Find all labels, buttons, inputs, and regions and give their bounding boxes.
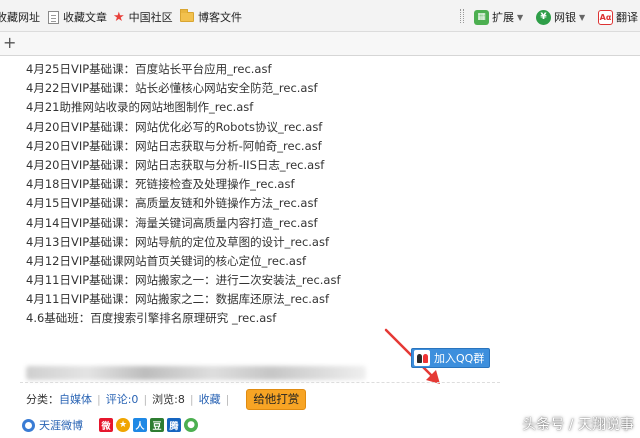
bookmark-blog-files[interactable]: 博客文件 — [180, 8, 242, 26]
douban-icon[interactable]: 豆 — [150, 418, 164, 432]
list-item: 4月14日VIP基础课：海量关键词高质量内容打造_rec.asf — [26, 215, 318, 230]
bookmark-label: 博客文件 — [198, 11, 242, 24]
article-content: 4月25日VIP基础课：百度站长平台应用_rec.asf 4月22日VIP基础课… — [0, 56, 640, 438]
list-item: 4月20日VIP基础课：网站优化必写的Robots协议_rec.asf — [26, 119, 323, 134]
bookmark-label: 中国社区 — [128, 11, 173, 24]
list-item: 4月20日VIP基础课：网站日志获取与分析-阿帕奇_rec.asf — [26, 138, 322, 153]
bookmark-favorites-urls[interactable]: 收藏网址 — [0, 8, 40, 26]
watermark: 头条号 / 天翔说事 — [522, 417, 634, 433]
list-item: 4月15日VIP基础课：高质量友链和外链操作方法_rec.asf — [26, 196, 318, 211]
weibo-link[interactable]: 天涯微博 — [39, 417, 83, 433]
tab-strip: + — [0, 32, 640, 56]
translate-icon: Aα — [598, 9, 613, 25]
category-link[interactable]: 自媒体 — [59, 391, 92, 407]
bookmark-label: 收藏文章 — [63, 11, 107, 24]
online-banking-menu[interactable]: ¥ 网银 ▼ — [536, 7, 585, 27]
file-list: 4月25日VIP基础课：百度站长平台应用_rec.asf 4月22日VIP基础课… — [26, 60, 341, 329]
page-icon — [48, 10, 59, 24]
list-item: 4月21助推网站收录的网站地图制作_rec.asf — [26, 100, 254, 115]
category-label: 分类： — [26, 393, 59, 406]
grid-icon: ▦ — [474, 9, 489, 25]
list-item: 4月18日VIP基础课：死链接检查及处理操作_rec.asf — [26, 177, 295, 192]
separator: | — [225, 392, 230, 406]
wechat-icon[interactable]: ● — [184, 418, 198, 432]
bookmarks-bar: 收藏网址 收藏文章 ★ 中国社区 博客文件 ▦ 扩展 ▼ ¥ 网银 ▼ Aα 翻… — [0, 0, 640, 32]
star-icon: ★ — [113, 9, 125, 25]
list-item: 4月25日VIP基础课：百度站长平台应用_rec.asf — [26, 62, 272, 76]
views-count: 浏览:8 — [152, 393, 185, 406]
qq-button-label: 加入QQ群 — [434, 352, 485, 365]
list-item: 4月12日VIP基础课网站首页关键词的核心定位_rec.asf — [26, 253, 307, 268]
list-item: 4月13日VIP基础课：网站导航的定位及草图的设计_rec.asf — [26, 234, 330, 249]
shield-icon: ¥ — [536, 9, 551, 25]
sina-weibo-icon[interactable]: 微 — [99, 418, 113, 432]
tencent-weibo-icon[interactable]: 腾 — [167, 418, 181, 432]
chevron-down-icon: ▼ — [579, 12, 586, 22]
separator: | — [189, 392, 194, 406]
article-meta: 分类： 自媒体 | 评论:0 | 浏览:8 | 收藏 | 给他打赏 — [26, 388, 307, 410]
list-item: 4月11日VIP基础课：网站搬家之二：数据库还原法_rec.asf — [26, 292, 330, 307]
qzone-icon[interactable]: ★ — [116, 418, 130, 432]
join-qq-group-button[interactable]: 加入QQ群 — [411, 348, 490, 368]
weibo-icon[interactable] — [22, 418, 35, 432]
list-item: 4月22日VIP基础课：站长必懂核心网站安全防范_rec.asf — [26, 81, 318, 96]
comments-link[interactable]: 评论:0 — [106, 391, 139, 407]
list-item: 4月11日VIP基础课：网站搬家之一：进行二次安装法_rec.asf — [26, 273, 341, 288]
bookmark-favorite-articles[interactable]: 收藏文章 — [48, 8, 107, 26]
extensions-menu[interactable]: ▦ 扩展 ▼ — [474, 7, 523, 27]
favorite-link[interactable]: 收藏 — [199, 391, 221, 407]
translate-button[interactable]: Aα 翻译 — [598, 7, 638, 27]
divider — [20, 382, 500, 383]
bookmark-china-community[interactable]: ★ 中国社区 — [113, 8, 173, 26]
folder-icon — [180, 9, 194, 22]
chevron-down-icon: ▼ — [517, 12, 524, 22]
translate-label: 翻译 — [616, 11, 638, 24]
share-bar: 天涯微博 微 ★ 人 豆 腾 ● — [22, 416, 201, 434]
separator: | — [97, 392, 101, 406]
qq-icon — [414, 350, 430, 366]
tip-button[interactable]: 给他打赏 — [246, 388, 307, 410]
list-item: 4.6基础班：百度搜索引擎排名原理研究 _rec.asf — [26, 311, 277, 326]
renren-icon[interactable]: 人 — [133, 418, 147, 432]
toolbar-grip — [460, 9, 464, 23]
bookmark-label: 收藏网址 — [0, 11, 40, 24]
banking-label: 网银 — [554, 11, 576, 24]
extensions-label: 扩展 — [492, 11, 514, 24]
list-item: 4月20日VIP基础课：网站日志获取与分析-IIS日志_rec.asf — [26, 157, 325, 172]
blurred-text — [26, 366, 366, 380]
separator: | — [143, 392, 148, 406]
plus-icon[interactable]: + — [3, 35, 16, 51]
